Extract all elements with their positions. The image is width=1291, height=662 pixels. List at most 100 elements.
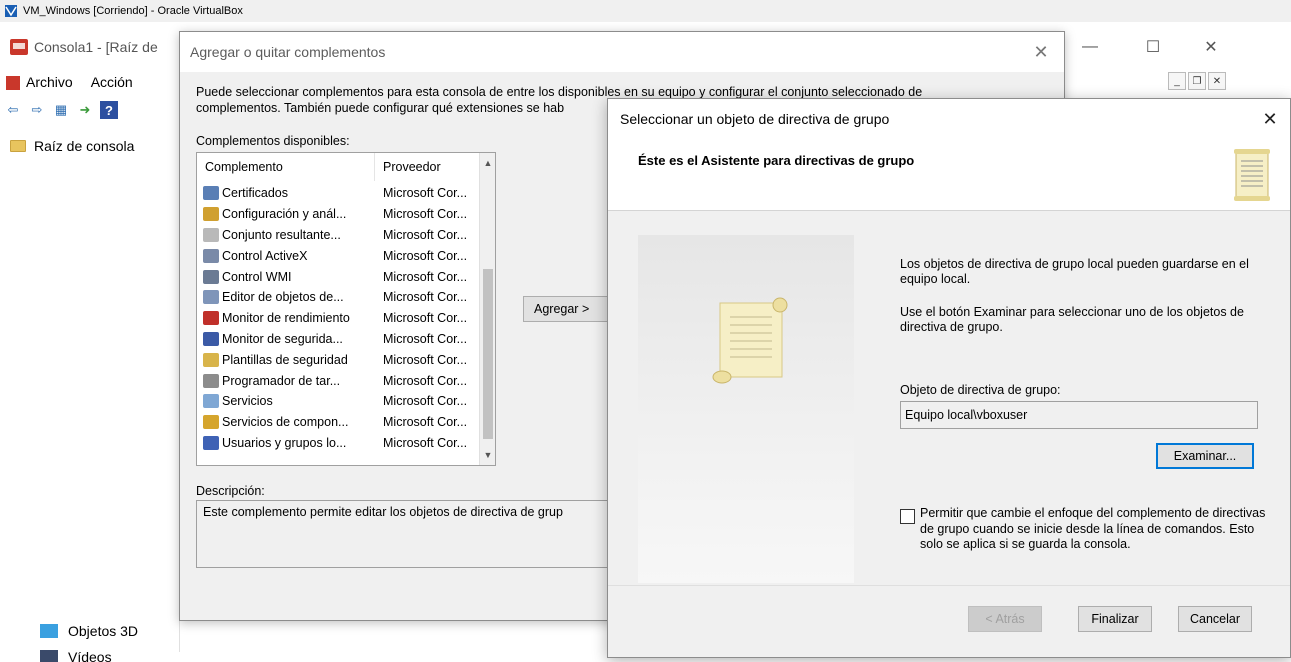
gpo-object-label: Objeto de directiva de grupo: [900,383,1061,397]
browse-info: Use el botón Examinar para seleccionar u… [900,305,1244,334]
policy-document-icon [203,227,219,242]
list-item[interactable]: Plantillas de seguridad Microsoft Cor... [197,349,481,370]
list-item[interactable]: Programador de tar... Microsoft Cor... [197,370,481,391]
explorer-item-3d-objects[interactable]: Objetos 3D [40,618,138,644]
certificate-icon [203,186,219,201]
snapin-name-cell: Conjunto resultante... [197,227,375,242]
scroll-document-icon [1234,149,1270,201]
snapin-vendor-cell: Microsoft Cor... [383,415,468,430]
list-item[interactable]: Servicios de compon... Microsoft Cor... [197,412,481,433]
list-item[interactable]: Editor de objetos de... Microsoft Cor... [197,287,481,308]
snapin-name-cell: Programador de tar... [197,373,375,388]
cancel-button[interactable]: Cancelar [1178,606,1252,632]
minimize-button[interactable]: — [1067,30,1113,64]
list-header: Complemento Proveedor [197,153,481,181]
list-item[interactable]: Monitor de rendimiento Microsoft Cor... [197,308,481,329]
export-list-icon[interactable]: ➜ [76,101,94,119]
available-snapins-label: Complementos disponibles: [196,134,350,148]
list-item[interactable]: Usuarios y grupos lo... Microsoft Cor... [197,433,481,454]
description-label: Descripción: [196,484,265,498]
snapin-vendor-cell: Microsoft Cor... [383,373,468,388]
list-item[interactable]: Conjunto resultante... Microsoft Cor... [197,225,481,246]
console-menu-icon [6,76,20,91]
show-tree-icon[interactable]: ▦ [52,101,70,119]
videos-icon [40,650,58,662]
snapin-vendor-cell: Microsoft Cor... [383,352,468,367]
folder-icon [10,140,26,152]
menu-file[interactable]: Archivo [6,74,73,91]
snapin-name-cell: Configuración y anál... [197,207,375,222]
back-arrow-icon[interactable]: ⇦ [4,101,22,119]
close-window-button[interactable]: ✕ [1188,30,1234,64]
performance-monitor-icon [203,311,219,326]
column-header-vendor[interactable]: Proveedor [375,153,481,181]
available-snapins-list[interactable]: Complemento Proveedor Certificados Micros… [196,152,496,466]
gpo-dialog-title: Seleccionar un objeto de directiva de gr… [620,111,890,127]
security-templates-icon [203,352,219,367]
snapin-vendor-cell: Microsoft Cor... [383,435,468,450]
wmi-icon [203,269,219,284]
menu-action[interactable]: Acción [91,74,133,90]
mdi-close-button[interactable]: ✕ [1208,72,1226,90]
description-box: Este complemento permite editar los obje… [196,500,616,568]
list-item[interactable]: Configuración y anál... Microsoft Cor... [197,204,481,225]
wizard-heading: Éste es el Asistente para directivas de … [638,153,915,168]
list-item[interactable]: Control WMI Microsoft Cor... [197,266,481,287]
snapin-vendor-cell: Microsoft Cor... [383,269,468,284]
explorer-item-videos[interactable]: Vídeos [40,644,138,662]
mdi-restore-button[interactable]: ❐ [1188,72,1206,90]
dialog-close-button[interactable]: ✕ [1018,32,1064,72]
mdi-controls: _ ❐ ✕ [1168,72,1226,90]
activex-icon [203,248,219,263]
snapin-name-cell: Monitor de rendimiento [197,311,375,326]
snapin-name-cell: Editor de objetos de... [197,290,375,305]
security-monitor-icon [203,331,219,346]
wizard-header: Éste es el Asistente para directivas de … [608,139,1290,211]
list-rows: Certificados Microsoft Cor... Configuració… [197,183,481,453]
forward-arrow-icon[interactable]: ⇨ [28,101,46,119]
tree-item-console-root[interactable]: Raíz de consola [10,138,134,154]
snapin-name-cell: Monitor de segurida... [197,331,375,346]
list-item[interactable]: Control ActiveX Microsoft Cor... [197,245,481,266]
finish-button[interactable]: Finalizar [1078,606,1152,632]
vm-window-title: VM_Windows [Corriendo] - Oracle VirtualB… [23,5,243,17]
users-groups-icon [203,435,219,450]
snapin-name-cell: Plantillas de seguridad [197,352,375,367]
component-services-icon [203,415,219,430]
add-button[interactable]: Agregar > [523,296,613,322]
3d-objects-icon [40,624,58,638]
mmc-toolbar: ⇦ ⇨ ▦ ➜ ? [0,98,118,122]
wizard-side-image [638,235,854,583]
maximize-button[interactable]: ☐ [1130,30,1176,64]
snapin-vendor-cell: Microsoft Cor... [383,186,468,201]
scroll-illustration-icon [712,297,788,384]
list-item[interactable]: Monitor de segurida... Microsoft Cor... [197,329,481,350]
snapin-name-cell: Servicios de compon... [197,415,375,430]
help-icon[interactable]: ? [100,101,118,119]
gpo-close-button[interactable]: ✕ [1250,99,1290,139]
snapin-vendor-cell: Microsoft Cor... [383,207,468,222]
gpo-title-bar: Seleccionar un objeto de directiva de gr… [608,99,1290,139]
list-item[interactable]: Certificados Microsoft Cor... [197,183,481,204]
virtualbox-icon [5,5,17,17]
services-icon [203,394,219,409]
scroll-up-icon[interactable]: ▲ [480,155,495,171]
allow-focus-change-checkbox[interactable] [900,509,915,524]
list-scrollbar[interactable]: ▲ ▼ [479,153,495,465]
snapin-name-cell: Servicios [197,394,375,409]
wizard-footer: < Atrás Finalizar Cancelar [608,585,1290,659]
snapin-vendor-cell: Microsoft Cor... [383,227,468,242]
list-item[interactable]: Servicios Microsoft Cor... [197,391,481,412]
snapin-name-cell: Control ActiveX [197,248,375,263]
select-gpo-dialog: Seleccionar un objeto de directiva de gr… [607,98,1291,658]
scroll-down-icon[interactable]: ▼ [480,447,495,463]
virtualbox-title-bar: VM_Windows [Corriendo] - Oracle VirtualB… [0,0,1291,22]
scrollbar-thumb[interactable] [483,269,493,439]
security-config-icon [203,207,219,222]
browse-button[interactable]: Examinar... [1156,443,1254,469]
mmc-app-icon [10,39,28,55]
column-header-snapin[interactable]: Complemento [197,153,375,181]
mdi-minimize-button[interactable]: _ [1168,72,1186,90]
back-button[interactable]: < Atrás [968,606,1042,632]
snapin-vendor-cell: Microsoft Cor... [383,311,468,326]
